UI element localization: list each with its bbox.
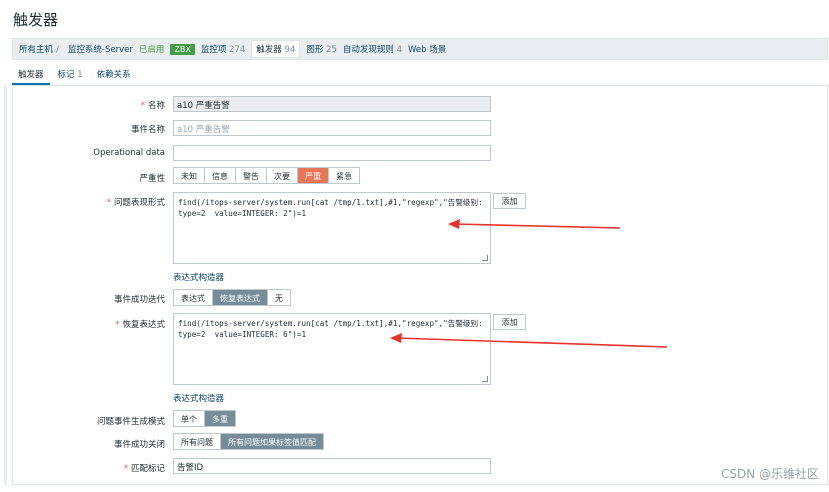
required-marker: * [115, 320, 120, 330]
ok-event-generation-selector: 表达式 恢复表达式 无 [173, 289, 291, 306]
severity-disaster[interactable]: 紧急 [329, 168, 359, 183]
discovery-label: 自动发现规则 [342, 45, 394, 55]
required-marker: * [123, 464, 128, 474]
tags-count: 1 [77, 70, 83, 80]
resize-handle-icon[interactable] [482, 376, 488, 382]
graphs-count: 25 [326, 45, 337, 55]
ok-event-generation-label: 事件成功迭代 [113, 295, 165, 305]
breadcrumb-items[interactable]: 监控项 274 [201, 43, 245, 55]
graphs-label: 图形 [306, 45, 324, 55]
breadcrumb-graphs[interactable]: 图形 25 [306, 43, 337, 55]
expression-constructor-link[interactable]: 表达式构造器 [173, 271, 224, 283]
ok-gen-recovery-expression[interactable]: 恢复表达式 [213, 290, 268, 305]
tag-match-label: * 匹配标记 [124, 462, 165, 474]
tab-tags[interactable]: 标记 1 [52, 65, 89, 85]
severity-not-classified[interactable]: 未知 [174, 168, 205, 183]
breadcrumb-web[interactable]: Web 场景 [408, 43, 446, 55]
ok-close-selector: 所有问题 所有问题如果标签值匹配 [173, 433, 324, 450]
breadcrumb: 所有主机 监控系统-Server 已启用 ZBX 监控项 274 触发器 94 … [12, 38, 828, 60]
resize-handle-icon[interactable] [482, 255, 488, 261]
zbx-availability-badge: ZBX [170, 43, 195, 55]
left-divider [4, 85, 7, 485]
event-name-label: 事件名称 [130, 125, 165, 135]
add-problem-expression-button[interactable]: 添加 [493, 193, 526, 209]
required-marker: * [140, 101, 145, 111]
name-label: * 名称 [141, 99, 165, 111]
watermark: CSDN @乐维社区 [720, 467, 819, 481]
expression-constructor-link-2[interactable]: 表达式构造器 [173, 392, 224, 404]
triggers-count: 94 [284, 45, 296, 55]
severity-warning[interactable]: 警告 [236, 168, 267, 183]
severity-high[interactable]: 严重 [298, 168, 329, 183]
name-label-text: 名称 [147, 101, 165, 111]
breadcrumb-discovery[interactable]: 自动发现规则 4 [343, 43, 402, 55]
problem-mode-multiple[interactable]: 多重 [205, 411, 235, 426]
ok-gen-expression[interactable]: 表达式 [174, 290, 213, 305]
tab-trigger[interactable]: 触发器 [12, 65, 50, 85]
problem-expr-label-text: 问题表现形式 [113, 198, 165, 208]
problem-mode-selector: 单个 多重 [173, 410, 236, 427]
required-marker: * [106, 198, 111, 208]
opdata-label: Operational data [93, 148, 165, 158]
ok-close-label: 事件成功关闭 [113, 440, 165, 450]
host-status-badge[interactable]: 已启用 [139, 43, 165, 55]
severity-information[interactable]: 信息 [205, 168, 236, 183]
severity-selector: 未知 信息 警告 次要 严重 紧急 [173, 167, 360, 184]
items-label: 监控项 [200, 45, 227, 55]
problem-mode-single[interactable]: 单个 [174, 411, 205, 426]
triggers-label: 触发器 [256, 45, 282, 55]
problem-expr-label: * 问题表现形式 [107, 196, 165, 208]
items-count: 274 [229, 45, 246, 55]
breadcrumb-triggers[interactable]: 触发器 94 [251, 40, 301, 58]
event-name-input[interactable]: a10 严重告警 [173, 120, 491, 136]
tag-match-label-text: 匹配标记 [130, 464, 165, 474]
recovery-expr-label: * 恢复表达式 [115, 318, 165, 330]
discovery-count: 4 [396, 45, 402, 55]
breadcrumb-all-hosts[interactable]: 所有主机 [19, 43, 62, 55]
ok-close-all-problems[interactable]: 所有问题 [174, 434, 221, 449]
tags-label: 标记 [57, 70, 75, 80]
opdata-input[interactable] [173, 145, 491, 161]
annotation-arrow-icon [448, 219, 621, 229]
page-title: 触发器 [13, 11, 59, 29]
recovery-expr-label-text: 恢复表达式 [122, 320, 165, 330]
breadcrumb-host[interactable]: 监控系统-Server [68, 43, 133, 55]
severity-average[interactable]: 次要 [267, 168, 298, 183]
severity-label: 严重性 [139, 174, 165, 184]
add-recovery-expression-button[interactable]: 添加 [493, 314, 526, 330]
annotation-arrow-icon-2 [390, 333, 668, 348]
tag-match-input[interactable]: 告警ID [173, 458, 491, 474]
problem-mode-label: 问题事件生成模式 [96, 417, 165, 427]
form-tabs: 触发器 标记 1 依赖关系 [12, 65, 139, 85]
name-input[interactable]: a10 严重告警 [173, 96, 491, 112]
ok-gen-none[interactable]: 无 [268, 290, 290, 305]
tab-dependencies[interactable]: 依赖关系 [91, 65, 137, 85]
ok-close-tag-match[interactable]: 所有问题如果标签值匹配 [221, 434, 323, 449]
